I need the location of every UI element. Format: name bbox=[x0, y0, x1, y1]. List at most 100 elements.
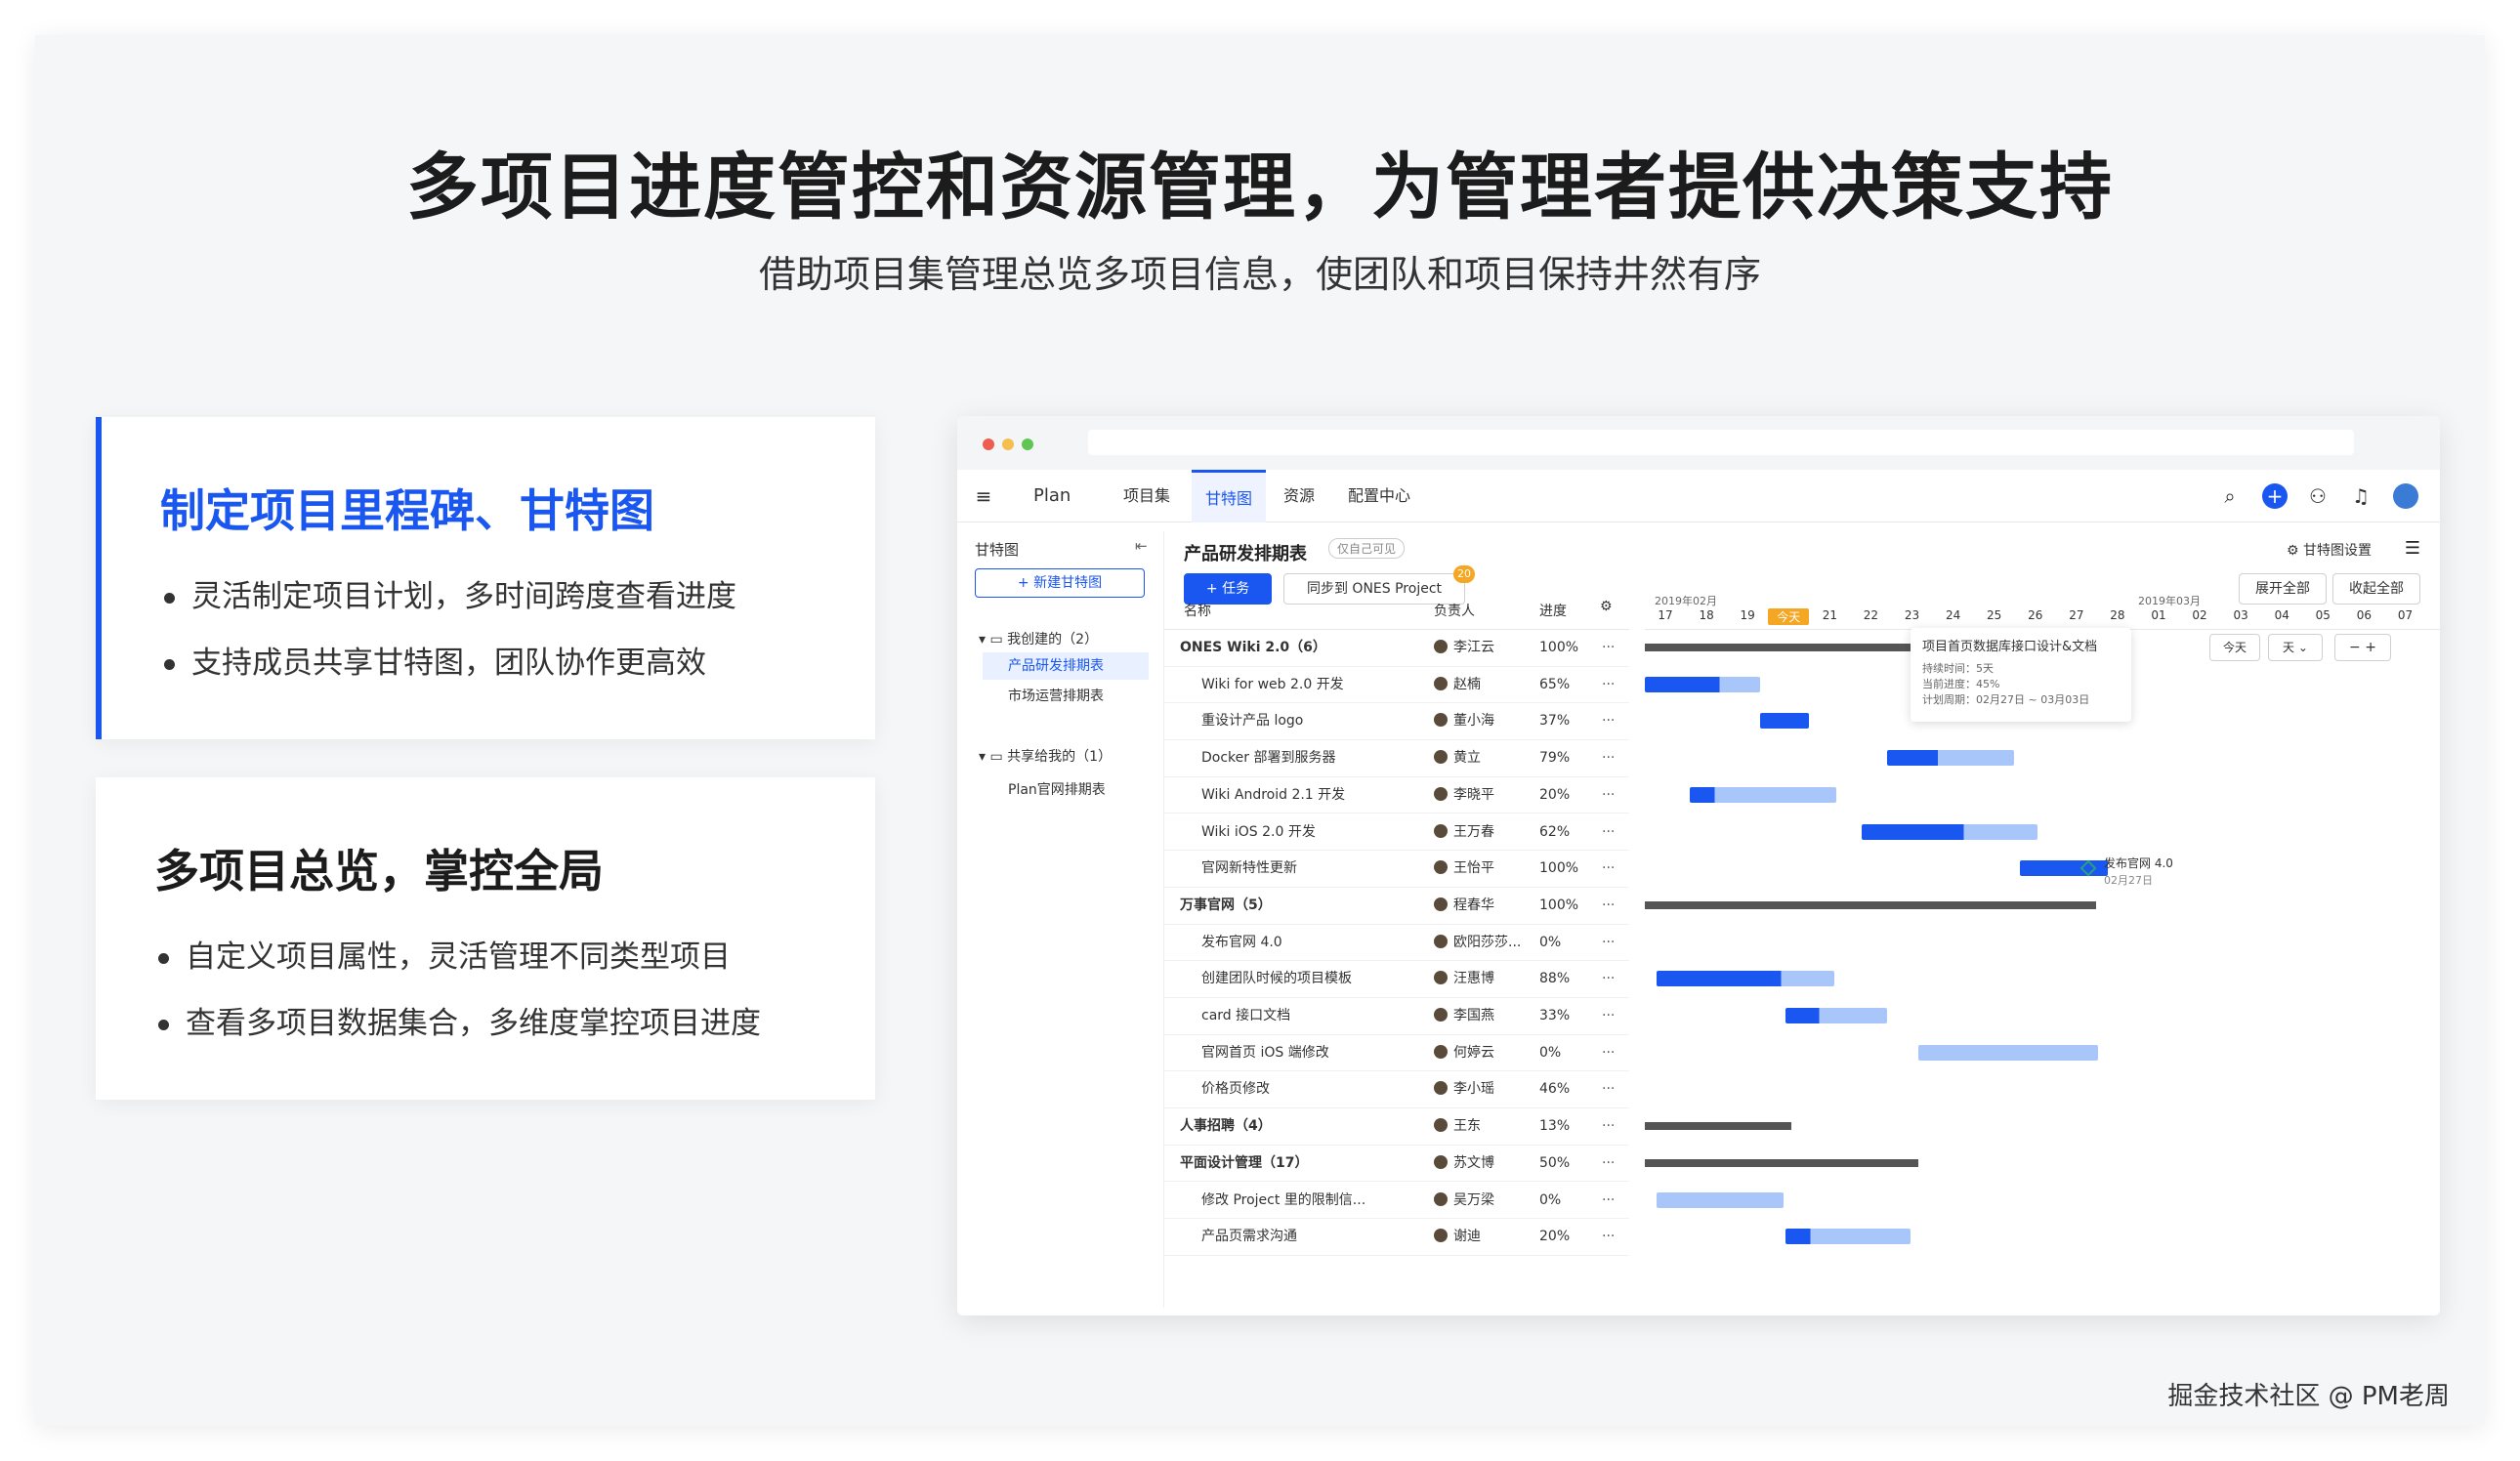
table-row[interactable]: 产品页需求沟通 谢迪 20% ··· bbox=[1164, 1219, 1629, 1256]
address-bar[interactable] bbox=[1088, 430, 2354, 455]
more-icon[interactable]: ··· bbox=[1602, 1071, 1615, 1107]
brand-label[interactable]: Plan bbox=[1033, 470, 1071, 522]
summary-bar[interactable] bbox=[1645, 1158, 1918, 1167]
summary-bar[interactable] bbox=[1645, 900, 2096, 909]
add-icon[interactable]: + bbox=[2262, 483, 2288, 509]
tab-config-center[interactable]: 配置中心 bbox=[1348, 470, 1410, 522]
search-icon[interactable]: ⌕ bbox=[2217, 483, 2243, 509]
table-row[interactable]: ONES Wiki 2.0（6） 李江云 100% ··· bbox=[1164, 630, 1629, 667]
maximize-dot[interactable] bbox=[1022, 438, 1033, 450]
add-user-icon[interactable]: ⚇ bbox=[2305, 483, 2331, 509]
table-row[interactable]: Docker 部署到服务器 黄立 79% ··· bbox=[1164, 740, 1629, 777]
table-row[interactable]: 发布官网 4.0 欧阳莎莎... 0% ··· bbox=[1164, 925, 1629, 962]
more-icon[interactable]: ··· bbox=[1602, 851, 1615, 887]
table-row[interactable]: 人事招聘（4） 王东 13% ··· bbox=[1164, 1108, 1629, 1146]
task-bar[interactable] bbox=[1645, 676, 1760, 692]
table-row[interactable]: 价格页修改 李小瑶 46% ··· bbox=[1164, 1071, 1629, 1109]
task-progress: 50% bbox=[1539, 1154, 1571, 1171]
task-name[interactable]: 产品页需求沟通 bbox=[1201, 1219, 1297, 1255]
table-row[interactable]: card 接口文档 李国燕 33% ··· bbox=[1164, 998, 1629, 1035]
task-bar[interactable] bbox=[1785, 1008, 1887, 1023]
table-row[interactable]: Wiki Android 2.1 开发 李晓平 20% ··· bbox=[1164, 777, 1629, 814]
task-name[interactable]: Wiki Android 2.1 开发 bbox=[1201, 777, 1345, 814]
today-button[interactable]: 今天 bbox=[2209, 634, 2260, 661]
menu-collapse-icon[interactable]: ≡ bbox=[971, 483, 996, 509]
table-row[interactable]: 官网首页 iOS 端修改 何婷云 0% ··· bbox=[1164, 1035, 1629, 1072]
zoom-controls[interactable]: − + bbox=[2334, 634, 2391, 661]
table-row[interactable]: 修改 Project 里的限制信... 吴万梁 0% ··· bbox=[1164, 1183, 1629, 1220]
collapse-sidebar-icon[interactable]: ⇤ bbox=[1135, 537, 1148, 555]
task-name[interactable]: 修改 Project 里的限制信... bbox=[1201, 1183, 1365, 1219]
day-tick: 28 bbox=[2110, 608, 2125, 622]
task-name[interactable]: Wiki for web 2.0 开发 bbox=[1201, 667, 1344, 703]
task-name[interactable]: 官网首页 iOS 端修改 bbox=[1201, 1035, 1329, 1071]
task-bar[interactable] bbox=[1918, 1044, 2098, 1061]
tab-gantt[interactable]: 甘特图 bbox=[1192, 470, 1267, 522]
tree-item-selected[interactable]: 产品研发排期表 bbox=[983, 652, 1149, 680]
minimize-dot[interactable] bbox=[1002, 438, 1014, 450]
more-icon[interactable]: ··· bbox=[1602, 667, 1615, 703]
more-icon[interactable]: ··· bbox=[1602, 925, 1615, 961]
close-dot[interactable] bbox=[983, 438, 994, 450]
more-icon[interactable]: ··· bbox=[1602, 630, 1615, 666]
summary-bar[interactable] bbox=[1645, 1122, 1791, 1131]
task-name[interactable]: 平面设计管理（17） bbox=[1180, 1146, 1308, 1182]
tree-group-created[interactable]: ▾ ▭ 我创建的（2） bbox=[979, 629, 1098, 648]
more-icon[interactable]: ··· bbox=[1602, 777, 1615, 814]
task-name[interactable]: Wiki iOS 2.0 开发 bbox=[1201, 814, 1316, 851]
task-name[interactable]: card 接口文档 bbox=[1201, 998, 1290, 1034]
more-icon[interactable]: ··· bbox=[1602, 740, 1615, 776]
task-name[interactable]: 创建团队时候的项目模板 bbox=[1201, 961, 1352, 997]
task-bar[interactable] bbox=[1657, 1191, 1784, 1208]
column-settings-icon[interactable]: ⚙ bbox=[1600, 599, 1613, 614]
more-icon[interactable]: ··· bbox=[1602, 703, 1615, 739]
more-icon[interactable]: ··· bbox=[1602, 888, 1615, 924]
tree-item[interactable]: Plan官网排期表 bbox=[1008, 779, 1106, 799]
tab-resources[interactable]: 资源 bbox=[1283, 470, 1315, 522]
col-name[interactable]: 名称 bbox=[1184, 601, 1211, 620]
task-name[interactable]: 发布官网 4.0 bbox=[1201, 925, 1282, 961]
table-row[interactable]: 平面设计管理（17） 苏文博 50% ··· bbox=[1164, 1146, 1629, 1183]
col-progress[interactable]: 进度 bbox=[1539, 601, 1567, 620]
new-gantt-button[interactable]: + 新建甘特图 bbox=[975, 568, 1145, 598]
task-bar[interactable] bbox=[1657, 971, 1834, 987]
task-name[interactable]: 重设计产品 logo bbox=[1201, 703, 1303, 739]
more-icon[interactable]: ··· bbox=[1602, 998, 1615, 1034]
col-owner[interactable]: 负责人 bbox=[1434, 601, 1475, 620]
tree-item[interactable]: 市场运营排期表 bbox=[1008, 686, 1104, 705]
task-name[interactable]: ONES Wiki 2.0（6） bbox=[1180, 630, 1326, 666]
list-view-icon[interactable]: ☰ bbox=[2405, 538, 2420, 559]
table-row[interactable]: 官网新特性更新 王怡平 100% ··· bbox=[1164, 851, 1629, 888]
task-name[interactable]: 人事招聘（4） bbox=[1180, 1108, 1272, 1145]
task-bar[interactable] bbox=[1785, 1229, 1911, 1245]
tab-programs[interactable]: 项目集 bbox=[1123, 470, 1170, 522]
table-row[interactable]: 创建团队时候的项目模板 汪惠博 88% ··· bbox=[1164, 961, 1629, 998]
task-name[interactable]: 万事官网（5） bbox=[1180, 888, 1272, 924]
table-row[interactable]: 万事官网（5） 程春华 100% ··· bbox=[1164, 888, 1629, 925]
more-icon[interactable]: ··· bbox=[1602, 1108, 1615, 1145]
more-icon[interactable]: ··· bbox=[1602, 1183, 1615, 1219]
task-owner: 李江云 bbox=[1434, 630, 1494, 666]
scale-select[interactable]: 天 ⌄ bbox=[2268, 634, 2323, 661]
task-bar[interactable] bbox=[1760, 713, 1809, 730]
more-icon[interactable]: ··· bbox=[1602, 1035, 1615, 1071]
task-bar[interactable] bbox=[1887, 750, 2014, 767]
more-icon[interactable]: ··· bbox=[1602, 1146, 1615, 1182]
more-icon[interactable]: ··· bbox=[1602, 1219, 1615, 1255]
table-row[interactable]: Wiki iOS 2.0 开发 王万春 62% ··· bbox=[1164, 814, 1629, 852]
task-name[interactable]: 官网新特性更新 bbox=[1201, 851, 1297, 887]
more-icon[interactable]: ··· bbox=[1602, 814, 1615, 851]
more-icon[interactable]: ··· bbox=[1602, 961, 1615, 997]
task-name[interactable]: 价格页修改 bbox=[1201, 1071, 1270, 1107]
task-bar[interactable] bbox=[1690, 786, 1836, 803]
task-bar[interactable] bbox=[1862, 823, 2037, 840]
avatar[interactable] bbox=[2393, 483, 2418, 509]
task-owner: 程春华 bbox=[1434, 888, 1494, 924]
task-name[interactable]: Docker 部署到服务器 bbox=[1201, 740, 1335, 776]
bell-icon[interactable]: ♫ bbox=[2348, 483, 2373, 509]
gantt-settings-link[interactable]: ⚙ 甘特图设置 bbox=[2287, 540, 2372, 560]
gear-icon: ⚙ bbox=[2286, 543, 2303, 559]
table-row[interactable]: Wiki for web 2.0 开发 赵楠 65% ··· bbox=[1164, 667, 1629, 704]
tree-group-shared[interactable]: ▾ ▭ 共享给我的（1） bbox=[979, 746, 1112, 766]
table-row[interactable]: 重设计产品 logo 董小海 37% ··· bbox=[1164, 703, 1629, 741]
